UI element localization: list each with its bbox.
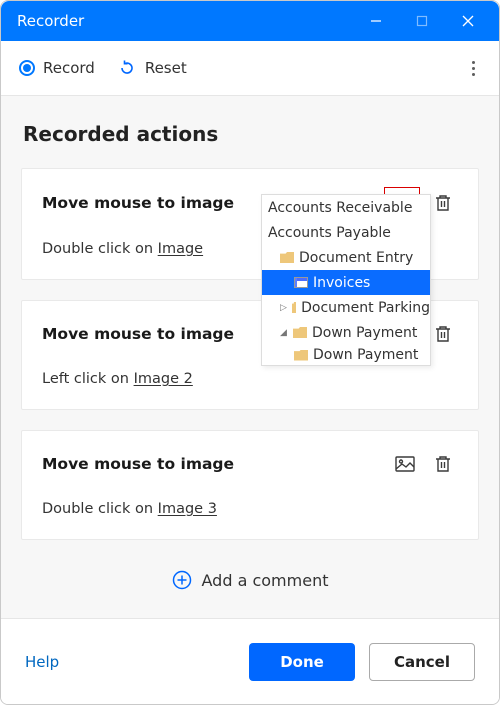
toolbar: Record Reset: [1, 41, 499, 96]
done-button[interactable]: Done: [249, 643, 355, 681]
target-preview-popup: Accounts Receivable Accounts Payable Doc…: [261, 194, 431, 366]
titlebar: Recorder: [1, 1, 499, 41]
help-link[interactable]: Help: [25, 653, 235, 671]
minimize-button[interactable]: [353, 1, 399, 41]
folder-icon: [292, 302, 296, 313]
tree-item[interactable]: Accounts Payable: [262, 220, 430, 245]
delete-button[interactable]: [428, 188, 458, 218]
folder-icon: [293, 327, 307, 338]
folder-icon: [294, 350, 308, 361]
tree-item[interactable]: Down Payment: [262, 345, 430, 365]
expand-icon: ▷: [280, 303, 287, 313]
folder-icon: [280, 252, 294, 263]
section-heading: Recorded actions: [23, 122, 479, 146]
delete-button[interactable]: [428, 449, 458, 479]
recorder-body: Recorded actions Move mouse to image: [1, 96, 499, 618]
action-title: Move mouse to image: [42, 455, 382, 473]
action-desc-text: Double click on: [42, 241, 158, 257]
add-comment-button[interactable]: Add a comment: [21, 570, 479, 590]
tree-item[interactable]: Accounts Receivable: [262, 195, 430, 220]
tree-item-label: Accounts Receivable: [268, 200, 412, 216]
reset-icon: [117, 58, 137, 78]
plus-circle-icon: [172, 570, 192, 590]
record-label: Record: [43, 59, 95, 77]
tree-item-label: Down Payment: [312, 325, 417, 341]
tree-item-label: Document Entry: [299, 250, 413, 266]
maximize-button[interactable]: [399, 1, 445, 41]
action-description: Double click on Image 3: [42, 501, 458, 517]
add-comment-label: Add a comment: [202, 571, 329, 590]
tree-item-label: Accounts Payable: [268, 225, 391, 241]
reset-button[interactable]: Reset: [117, 58, 187, 78]
tree-item-label: Invoices: [313, 275, 370, 291]
record-icon: [19, 60, 35, 76]
tree-item[interactable]: ▷ Document Parking: [262, 295, 430, 320]
screenshot-button[interactable]: [390, 449, 420, 479]
delete-button[interactable]: [428, 319, 458, 349]
action-desc-text: Double click on: [42, 501, 158, 517]
close-button[interactable]: [445, 1, 491, 41]
action-card: Move mouse to image Double click on Imag…: [21, 430, 479, 540]
grid-icon: [294, 277, 308, 288]
action-desc-text: Left click on: [42, 371, 134, 387]
record-button[interactable]: Record: [19, 59, 95, 77]
reset-label: Reset: [145, 59, 187, 77]
trash-icon: [434, 454, 452, 474]
action-target-link[interactable]: Image 3: [158, 501, 217, 517]
trash-icon: [434, 324, 452, 344]
collapse-icon: ◢: [280, 328, 288, 338]
tree-item-selected[interactable]: Invoices: [262, 270, 430, 295]
tree-item[interactable]: Document Entry: [262, 245, 430, 270]
cancel-button[interactable]: Cancel: [369, 643, 475, 681]
trash-icon: [434, 193, 452, 213]
footer-bar: Help Done Cancel: [1, 618, 499, 704]
tree-item-label: Down Payment: [313, 347, 418, 363]
more-options-button[interactable]: [466, 55, 481, 82]
tree-item-label: Document Parking: [301, 300, 430, 316]
action-target-link[interactable]: Image: [158, 241, 203, 257]
window-title: Recorder: [17, 12, 353, 30]
action-target-link[interactable]: Image 2: [134, 371, 193, 387]
tree-item[interactable]: ◢ Down Payment: [262, 320, 430, 345]
action-description: Left click on Image 2: [42, 371, 458, 387]
recorder-window: Recorder Record Reset: [0, 0, 500, 705]
window-buttons: [353, 1, 491, 41]
image-icon: [395, 456, 415, 472]
